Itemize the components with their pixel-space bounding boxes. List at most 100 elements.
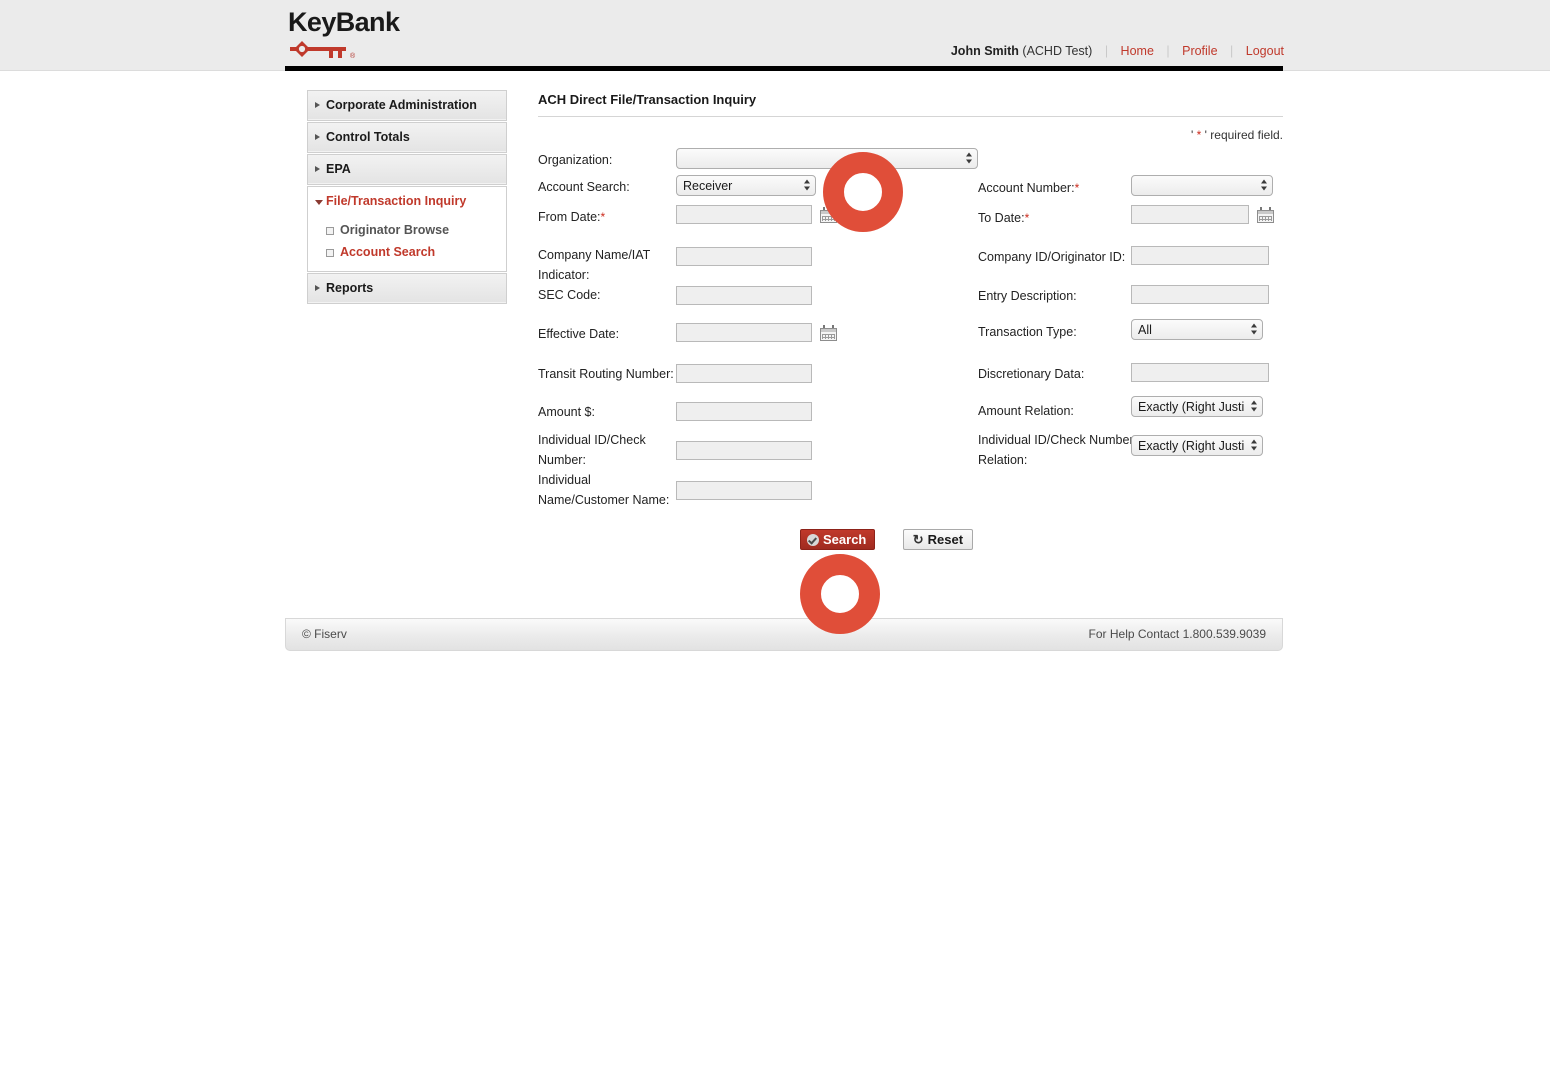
sidebar-subitems: Originator Browse Account Search <box>308 216 506 271</box>
chevron-right-icon <box>315 134 320 140</box>
profile-link[interactable]: Profile <box>1182 44 1217 58</box>
company-id-originator-id-label: Company ID/Originator ID: <box>978 250 1125 264</box>
effective-date-label: Effective Date: <box>538 327 619 341</box>
chevron-right-icon <box>315 285 320 291</box>
sidebar-group-epa[interactable]: EPA <box>307 154 507 185</box>
sidebar-item-file-transaction-inquiry[interactable]: File/Transaction Inquiry <box>308 187 506 216</box>
individual-id-check-number-relation-select[interactable]: Exactly (Right Justified) <box>1131 435 1263 456</box>
calendar-icon[interactable] <box>820 207 837 223</box>
organization-select[interactable] <box>676 148 978 169</box>
company-name-iat-label-line2: Indicator: <box>538 265 650 285</box>
nav-separator: | <box>1166 44 1169 58</box>
sidebar-item-originator-browse[interactable]: Originator Browse <box>308 219 506 241</box>
keybank-logo[interactable]: KeyBank ® <box>288 8 508 61</box>
search-button[interactable]: Search <box>800 529 875 550</box>
company-name-iat-label-line1: Company Name/IAT <box>538 245 650 265</box>
sidebar-item-label: Reports <box>326 281 373 295</box>
user-name: John Smith <box>951 44 1019 58</box>
user-context: (ACHD Test) <box>1022 44 1092 58</box>
organization-label: Organization: <box>538 153 612 167</box>
individual-id-check-number-label-line1: Individual ID/Check <box>538 430 646 450</box>
account-search-label: Account Search: <box>538 180 630 194</box>
sidebar-item-control-totals[interactable]: Control Totals <box>308 123 506 152</box>
individual-name-customer-name-input[interactable] <box>676 481 812 500</box>
sidebar-group-control-totals[interactable]: Control Totals <box>307 122 507 153</box>
sidebar-item-reports[interactable]: Reports <box>308 274 506 303</box>
transit-routing-number-input[interactable] <box>676 364 812 383</box>
page-header <box>0 0 1550 71</box>
help-contact-text: For Help Contact 1.800.539.9039 <box>1089 627 1266 641</box>
transaction-type-select[interactable]: All <box>1131 319 1263 340</box>
copyright-text: © Fiserv <box>302 627 347 641</box>
form-actions: Search ↻ Reset <box>800 529 973 550</box>
individual-id-check-number-relation-label-line2: Relation: <box>978 450 1134 470</box>
sidebar-item-corporate-administration[interactable]: Corporate Administration <box>308 91 506 120</box>
required-asterisk: * <box>601 210 606 224</box>
effective-date-input[interactable] <box>676 323 812 342</box>
sidebar-group-corporate-administration[interactable]: Corporate Administration <box>307 90 507 121</box>
calendar-icon[interactable] <box>1257 207 1274 223</box>
sidebar-subitem-label: Originator Browse <box>340 223 449 237</box>
account-number-select[interactable] <box>1131 175 1273 196</box>
discretionary-data-input[interactable] <box>1131 363 1269 382</box>
page-title: ACH Direct File/Transaction Inquiry <box>538 92 1283 117</box>
individual-id-check-number-relation-select-wrap: Exactly (Right Justified) <box>1131 435 1263 456</box>
amount-label: Amount $: <box>538 405 595 419</box>
sidebar-nav: Corporate Administration Control Totals … <box>307 90 507 305</box>
reset-button[interactable]: ↻ Reset <box>903 529 973 550</box>
key-icon: ® <box>288 39 508 61</box>
main-content: ACH Direct File/Transaction Inquiry ' * … <box>538 92 1283 570</box>
to-date-input[interactable] <box>1131 205 1249 224</box>
refresh-icon: ↻ <box>913 530 924 550</box>
account-search-select-wrap: Receiver <box>676 175 816 196</box>
sidebar-item-label: File/Transaction Inquiry <box>326 194 466 208</box>
entry-description-input[interactable] <box>1131 285 1269 304</box>
trademark-symbol: ® <box>350 53 355 60</box>
sidebar-item-epa[interactable]: EPA <box>308 155 506 184</box>
reset-button-label: Reset <box>928 532 963 547</box>
individual-id-check-number-relation-label-line1: Individual ID/Check Number <box>978 430 1134 450</box>
amount-input[interactable] <box>676 402 812 421</box>
check-circle-icon <box>807 534 819 546</box>
bullet-icon <box>326 249 334 257</box>
chevron-down-icon <box>315 200 323 205</box>
individual-id-check-number-input[interactable] <box>676 441 812 460</box>
bullet-icon <box>326 227 334 235</box>
sidebar-item-account-search[interactable]: Account Search <box>308 241 506 263</box>
transaction-type-label: Transaction Type: <box>978 325 1077 339</box>
discretionary-data-label: Discretionary Data: <box>978 367 1084 381</box>
individual-name-customer-name-label-line1: Individual <box>538 470 669 490</box>
header-user-nav: John Smith (ACHD Test) | Home | Profile … <box>951 44 1284 58</box>
sidebar-item-label: EPA <box>326 162 351 176</box>
calendar-icon[interactable] <box>820 325 837 341</box>
account-search-select[interactable]: Receiver <box>676 175 816 196</box>
individual-name-customer-name-label-line2: Name/Customer Name: <box>538 490 669 510</box>
sidebar-item-label: Control Totals <box>326 130 410 144</box>
from-date-input[interactable] <box>676 205 812 224</box>
amount-relation-label: Amount Relation: <box>978 404 1074 418</box>
header-divider-bar <box>285 66 1283 71</box>
required-asterisk: * <box>1075 181 1080 195</box>
to-date-label: To Date: <box>978 211 1025 225</box>
search-button-label: Search <box>823 532 866 547</box>
chevron-right-icon <box>315 102 320 108</box>
sec-code-label: SEC Code: <box>538 288 601 302</box>
required-asterisk: * <box>1025 211 1030 225</box>
individual-id-check-number-label-line2: Number: <box>538 450 646 470</box>
company-name-iat-input[interactable] <box>676 247 812 266</box>
logout-link[interactable]: Logout <box>1246 44 1284 58</box>
chevron-right-icon <box>315 166 320 172</box>
home-link[interactable]: Home <box>1121 44 1154 58</box>
sec-code-input[interactable] <box>676 286 812 305</box>
nav-separator: | <box>1230 44 1233 58</box>
sidebar-subitem-label: Account Search <box>340 245 435 259</box>
amount-relation-select[interactable]: Exactly (Right Justified) <box>1131 396 1263 417</box>
search-form: Organization: Account Search: Receiver A… <box>538 150 1283 570</box>
account-number-select-wrap <box>1131 175 1273 196</box>
company-id-originator-id-input[interactable] <box>1131 246 1269 265</box>
sidebar-group-file-transaction-inquiry[interactable]: File/Transaction Inquiry Originator Brow… <box>307 186 507 272</box>
required-field-note: ' * ' required field. <box>538 128 1283 142</box>
sidebar-group-reports[interactable]: Reports <box>307 273 507 304</box>
transaction-type-select-wrap: All <box>1131 319 1263 340</box>
entry-description-label: Entry Description: <box>978 289 1077 303</box>
